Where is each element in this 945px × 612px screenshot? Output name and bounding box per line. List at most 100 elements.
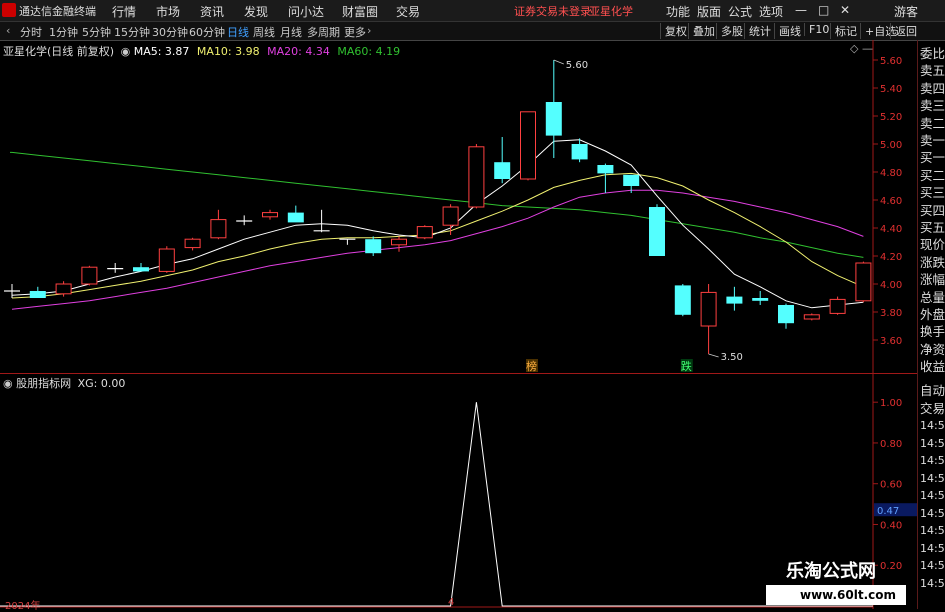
- menu-item-trade[interactable]: 交易: [396, 3, 420, 20]
- menu-item-market[interactable]: 市场: [156, 3, 180, 20]
- candle[interactable]: [29, 286, 46, 298]
- candle[interactable]: [803, 313, 820, 321]
- menu-item-quotes[interactable]: 行情: [112, 3, 136, 20]
- menu-item-assistant[interactable]: 问小达: [288, 3, 324, 20]
- candle[interactable]: [262, 209, 278, 220]
- candle[interactable]: [287, 205, 304, 223]
- candle[interactable]: [416, 225, 433, 240]
- period-tab-5min[interactable]: 5分钟: [82, 24, 111, 40]
- zoom-out-icon[interactable]: —: [862, 42, 873, 55]
- candle[interactable]: [649, 204, 665, 256]
- period-tab-timeshare[interactable]: 分时: [20, 24, 42, 40]
- user-guest[interactable]: 游客: [894, 3, 918, 20]
- side-label: 卖一: [920, 133, 945, 148]
- candle-body: [210, 219, 227, 239]
- candle[interactable]: [158, 246, 175, 273]
- btn-f10[interactable]: F10: [804, 23, 829, 36]
- btn-mark[interactable]: 标记: [830, 23, 857, 39]
- candle[interactable]: [4, 284, 20, 298]
- indicator-ticks: 1.00 0.80 0.60 0.40 0.20 0.47: [873, 398, 917, 572]
- menu-options[interactable]: 选项: [759, 3, 783, 20]
- candle[interactable]: [597, 163, 614, 193]
- menu-item-news[interactable]: 资讯: [200, 3, 224, 20]
- candle[interactable]: [365, 236, 382, 256]
- btn-restore-rights[interactable]: 复权: [660, 23, 687, 39]
- candle-body: [442, 206, 459, 226]
- candle[interactable]: [520, 111, 536, 181]
- period-tab-60min[interactable]: 60分钟: [189, 24, 225, 40]
- diamond-icon[interactable]: ◇: [850, 42, 858, 55]
- menu-formula[interactable]: 公式: [728, 3, 752, 20]
- btn-overlay[interactable]: 叠加: [688, 23, 715, 39]
- candle[interactable]: [468, 144, 485, 209]
- period-tab-weekly[interactable]: 周线: [253, 24, 275, 40]
- candle[interactable]: [133, 263, 149, 272]
- candle-body: [133, 267, 149, 272]
- candle[interactable]: [107, 263, 124, 273]
- trade-time: 14:56: [920, 559, 945, 572]
- candle[interactable]: [236, 215, 253, 226]
- menu-item-discover[interactable]: 发现: [244, 3, 268, 20]
- side-label: 卖五: [920, 63, 945, 79]
- candle[interactable]: [855, 261, 872, 303]
- btn-draw-line[interactable]: 画线: [774, 23, 801, 39]
- indicator-title: 股朋指标网: [16, 377, 72, 390]
- more-chevron-icon[interactable]: ›: [367, 24, 371, 37]
- candle-body: [158, 248, 175, 272]
- trade-time: 14:55: [920, 436, 945, 450]
- bang-marker[interactable]: 榜: [526, 359, 537, 373]
- candle-body: [778, 305, 794, 324]
- period-tab-daily[interactable]: 日线: [227, 24, 249, 40]
- kline-chart[interactable]: 5.60 5.40 5.20 5.00 4.80 4.60 4.40 4.20 4.00 3.80…: [0, 40, 917, 374]
- xg-path: [0, 402, 873, 607]
- candle-body: [520, 111, 536, 180]
- menu-item-wealth[interactable]: 财富圈: [342, 3, 378, 20]
- x-label-year: 2024年: [5, 601, 41, 612]
- btn-statistics[interactable]: 统计: [744, 23, 771, 39]
- candle[interactable]: [700, 284, 717, 354]
- die-marker[interactable]: 跌: [681, 359, 692, 373]
- candle-body: [803, 314, 820, 320]
- indicator-value: XG: 0.00: [77, 377, 126, 390]
- btn-back[interactable]: 返回: [890, 23, 917, 39]
- collapse-left-icon[interactable]: ‹: [6, 24, 10, 37]
- period-tab-monthly[interactable]: 月线: [280, 24, 302, 40]
- period-tab-more[interactable]: 更多: [344, 24, 366, 40]
- legend-toggle-icon[interactable]: ◉: [121, 45, 131, 58]
- main-legend: 亚星化学(日线 前复权) ◉ MA5: 3.87 MA10: 3.98 MA20…: [3, 43, 400, 59]
- menu-layout[interactable]: 版面: [697, 3, 721, 20]
- candle[interactable]: [752, 291, 769, 305]
- candle[interactable]: [494, 137, 511, 184]
- candle[interactable]: [210, 209, 227, 240]
- period-tab-30min[interactable]: 30分钟: [152, 24, 188, 40]
- trade-time: 14:55: [920, 471, 945, 485]
- window-maximize-icon[interactable]: □: [818, 3, 829, 17]
- candle[interactable]: [545, 60, 562, 158]
- window-minimize-icon[interactable]: —: [795, 3, 807, 17]
- candle[interactable]: [391, 236, 407, 252]
- candle[interactable]: [674, 284, 691, 317]
- btn-multi-stock[interactable]: 多股: [716, 23, 743, 39]
- period-tab-1min[interactable]: 1分钟: [49, 24, 78, 40]
- menu-function[interactable]: 功能: [666, 3, 690, 20]
- trade-login-status[interactable]: 证券交易未登录: [514, 3, 591, 19]
- window-close-icon[interactable]: ✕: [840, 3, 850, 17]
- candle[interactable]: [313, 209, 330, 233]
- candle[interactable]: [55, 281, 72, 297]
- candle[interactable]: [778, 303, 794, 329]
- candle[interactable]: [339, 238, 356, 245]
- candle-body: [81, 266, 98, 285]
- side-label: 涨跌: [920, 254, 945, 270]
- price-tick-label: 4.20: [880, 252, 902, 263]
- price-tick-label: 5.60: [880, 56, 902, 67]
- candle[interactable]: [184, 237, 201, 251]
- candle[interactable]: [81, 265, 98, 286]
- indicator-tick-label: 1.00: [880, 398, 902, 409]
- candle[interactable]: [829, 296, 846, 315]
- candle-body: [365, 239, 382, 254]
- period-tab-15min[interactable]: 15分钟: [114, 24, 150, 40]
- indicator-toggle-icon[interactable]: ◉: [3, 377, 13, 390]
- indicator-chart[interactable]: 1.00 0.80 0.60 0.40 0.20 0.47: [0, 374, 917, 609]
- period-tab-multi[interactable]: 多周期: [307, 24, 340, 40]
- candle[interactable]: [726, 286, 743, 311]
